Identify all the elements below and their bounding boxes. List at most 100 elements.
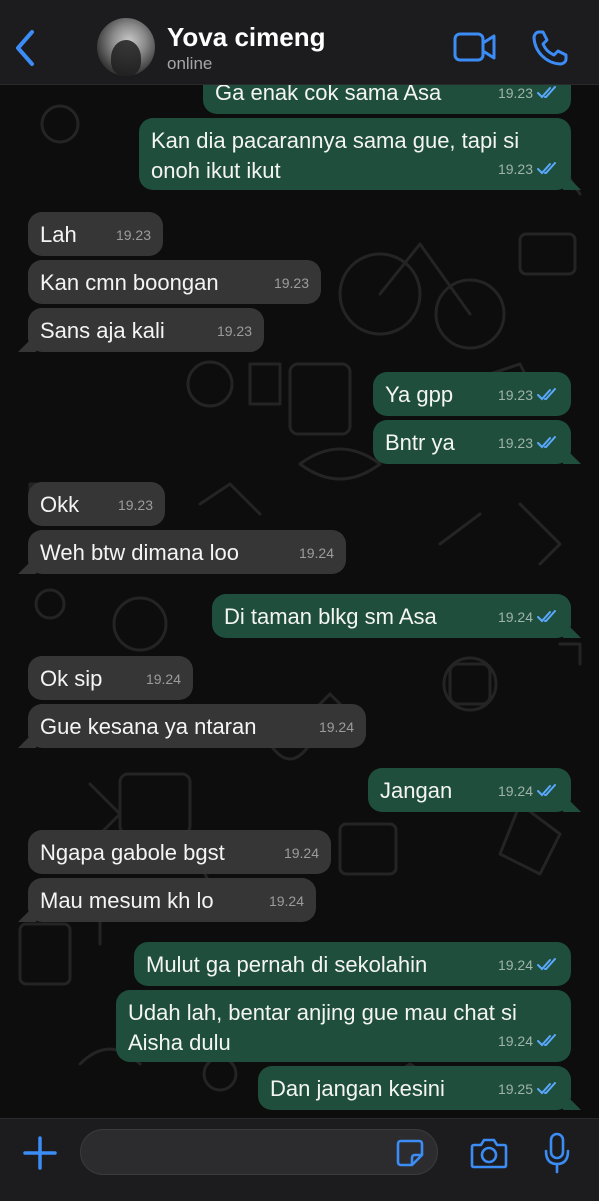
composer-bar	[0, 1118, 599, 1201]
message-text: Jangan	[380, 778, 453, 803]
message-meta: 19.23	[116, 220, 151, 250]
message-text: Ok sip	[40, 666, 103, 691]
message-outgoing[interactable]: Bntr ya 19.23	[373, 420, 571, 464]
read-receipt-icon	[537, 958, 556, 971]
message-incoming[interactable]: Okk 19.23	[28, 482, 165, 526]
contact-name[interactable]: Yova cimeng	[167, 22, 325, 53]
message-outgoing[interactable]: Jangan 19.24	[368, 768, 571, 812]
message-text: Weh btw dimana loo	[40, 540, 239, 565]
message-input[interactable]	[80, 1129, 438, 1175]
video-call-button[interactable]	[452, 30, 498, 64]
message-text: Sans aja kali	[40, 318, 165, 343]
message-text: Okk	[40, 492, 80, 517]
read-receipt-icon	[537, 162, 556, 175]
message-incoming[interactable]: Ok sip 19.24	[28, 656, 193, 700]
message-incoming[interactable]: Kan cmn boongan 19.23	[28, 260, 321, 304]
contact-status: online	[167, 54, 213, 73]
message-text: Udah lah, bentar anjing gue mau chat si …	[128, 1000, 517, 1055]
message-time: 19.24	[145, 671, 181, 687]
message-incoming[interactable]: Ngapa gabole bgst 19.24	[28, 830, 331, 874]
message-time: 19.24	[497, 609, 533, 625]
sticker-button[interactable]	[395, 1138, 425, 1168]
message-incoming[interactable]: Mau mesum kh lo 19.24	[28, 878, 316, 922]
voice-call-button[interactable]	[530, 28, 570, 68]
message-incoming[interactable]: Lah 19.23	[28, 212, 163, 256]
message-outgoing[interactable]: Ya gpp 19.23	[373, 372, 571, 416]
message-text: Dan jangan kesini	[270, 1076, 445, 1101]
message-outgoing[interactable]: Dan jangan kesini 19.25	[258, 1066, 571, 1110]
read-receipt-icon	[537, 1082, 556, 1095]
message-outgoing[interactable]: Di taman blkg sm Asa 19.24	[212, 594, 571, 638]
message-meta: 19.24	[498, 950, 559, 980]
voice-message-button[interactable]	[543, 1131, 571, 1175]
message-text: Gue kesana ya ntaran	[40, 714, 257, 739]
message-meta: 19.25	[498, 1074, 559, 1104]
message-text: Bntr ya	[385, 430, 455, 455]
message-time: 19.24	[318, 719, 354, 735]
message-meta: 19.23	[274, 268, 309, 298]
message-meta: 19.23	[217, 316, 252, 346]
message-time: 19.23	[497, 161, 533, 177]
chat-header: Yova cimeng online	[0, 0, 599, 85]
message-time: 19.23	[497, 435, 533, 451]
message-outgoing[interactable]: Mulut ga pernah di sekolahin 19.24	[134, 942, 571, 986]
back-button[interactable]	[6, 26, 46, 70]
message-time: 19.23	[117, 497, 153, 513]
message-meta: 19.24	[319, 712, 354, 742]
message-incoming[interactable]: Gue kesana ya ntaran 19.24	[28, 704, 366, 748]
message-outgoing[interactable]: Kan dia pacarannya sama gue, tapi si ono…	[139, 118, 571, 190]
message-incoming[interactable]: Sans aja kali 19.23	[28, 308, 264, 352]
message-meta: 19.24	[146, 664, 181, 694]
video-camera-icon	[453, 32, 496, 62]
message-outgoing[interactable]: Ga enak cok sama Asa 19.23	[203, 84, 571, 114]
message-time: 19.24	[298, 545, 334, 561]
message-time: 19.23	[115, 227, 151, 243]
message-text: Kan dia pacarannya sama gue, tapi si ono…	[151, 128, 520, 183]
message-text: Di taman blkg sm Asa	[224, 604, 437, 629]
attach-button[interactable]	[20, 1133, 60, 1173]
message-time: 19.24	[497, 1033, 533, 1049]
read-receipt-icon	[537, 784, 556, 797]
sticker-icon	[396, 1139, 424, 1167]
plus-icon	[23, 1136, 57, 1170]
message-meta: 19.24	[498, 1026, 559, 1056]
message-time: 19.24	[283, 845, 319, 861]
read-receipt-icon	[537, 1034, 556, 1047]
back-chevron-icon	[16, 30, 34, 66]
message-meta: 19.24	[299, 538, 334, 568]
message-meta: 19.24	[498, 776, 559, 806]
message-text: Kan cmn boongan	[40, 270, 219, 295]
microphone-icon	[544, 1132, 570, 1174]
message-time: 19.23	[273, 275, 309, 291]
message-text: Lah	[40, 222, 77, 247]
message-time: 19.23	[497, 387, 533, 403]
message-meta: 19.23	[498, 380, 559, 410]
message-meta: 19.23	[498, 154, 559, 184]
phone-icon	[532, 30, 568, 66]
message-meta: 19.24	[498, 602, 559, 632]
read-receipt-icon	[537, 388, 556, 401]
camera-button[interactable]	[470, 1136, 508, 1170]
message-meta: 19.23	[118, 490, 153, 520]
message-time: 19.23	[497, 85, 533, 101]
read-receipt-icon	[537, 86, 556, 99]
camera-icon	[470, 1138, 508, 1169]
message-outgoing[interactable]: Udah lah, bentar anjing gue mau chat si …	[116, 990, 571, 1062]
message-meta: 19.24	[269, 886, 304, 916]
read-receipt-icon	[537, 610, 556, 623]
message-meta: 19.23	[498, 428, 559, 458]
message-text: Ngapa gabole bgst	[40, 840, 225, 865]
message-text: Mulut ga pernah di sekolahin	[146, 952, 428, 977]
avatar[interactable]	[97, 18, 155, 76]
message-text: Ya gpp	[385, 382, 454, 407]
message-meta: 19.23	[498, 84, 559, 108]
message-meta: 19.24	[284, 838, 319, 868]
message-text: Mau mesum kh lo	[40, 888, 214, 913]
chat-area[interactable]: Ga enak cok sama Asa 19.23 Kan dia pacar…	[0, 84, 599, 1118]
message-text: Ga enak cok sama Asa	[215, 84, 442, 105]
message-time: 19.24	[268, 893, 304, 909]
message-time: 19.25	[497, 1081, 533, 1097]
message-time: 19.23	[216, 323, 252, 339]
message-incoming[interactable]: Weh btw dimana loo 19.24	[28, 530, 346, 574]
message-time: 19.24	[497, 783, 533, 799]
